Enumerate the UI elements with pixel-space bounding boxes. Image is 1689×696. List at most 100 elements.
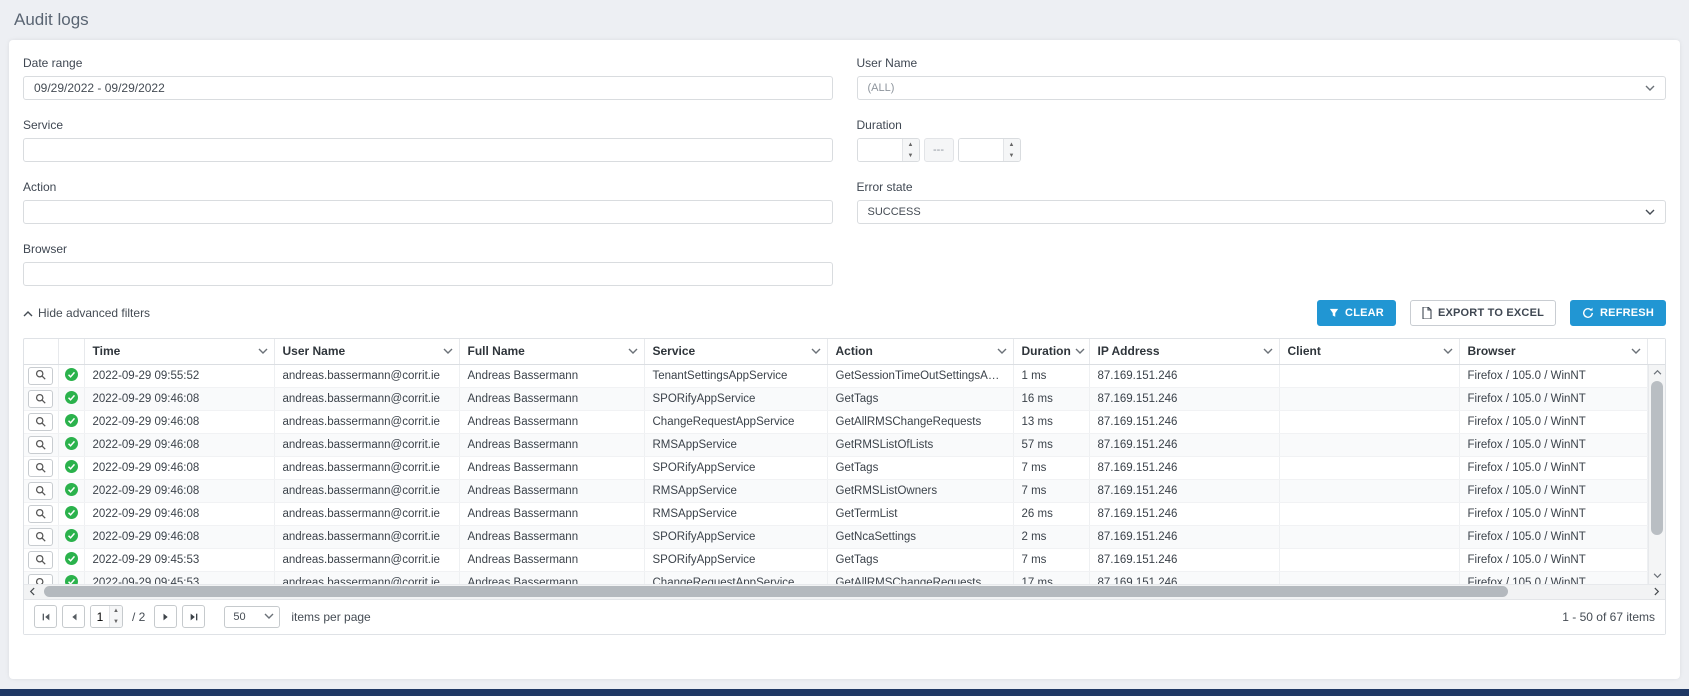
column-menu-chevron-icon[interactable] [811,348,821,355]
column-menu-chevron-icon[interactable] [258,348,268,355]
date-range-field: Date range [23,56,833,100]
row-detail-button[interactable] [28,505,53,523]
horizontal-scroll-track[interactable] [40,584,1649,599]
table-cell: SPORifyAppService [644,549,827,572]
column-menu-chevron-icon[interactable] [443,348,453,355]
table-cell: 87.169.151.246 [1089,549,1279,572]
column-menu-chevron-icon[interactable] [1075,348,1085,355]
column-header-ip-address[interactable]: IP Address [1089,339,1279,364]
magnifier-icon [35,415,46,430]
previous-page-button[interactable] [62,605,85,628]
spinner-up-icon[interactable]: ▲ [110,606,122,617]
table-cell: Firefox / 105.0 / WinNT [1459,388,1648,411]
success-check-icon [65,556,78,568]
refresh-button[interactable]: REFRESH [1570,300,1666,326]
column-header-client[interactable]: Client [1279,339,1459,364]
hide-advanced-filters-link[interactable]: Hide advanced filters [23,306,150,320]
table-cell: 2 ms [1013,526,1089,549]
service-input[interactable] [23,138,833,162]
column-header-duration[interactable]: Duration [1013,339,1089,364]
grid-header: TimeUser NameFull NameServiceActionDurat… [24,339,1648,365]
vertical-scroll-thumb[interactable] [1651,381,1663,536]
scroll-down-icon[interactable] [1649,569,1665,584]
first-page-button[interactable] [34,605,57,628]
scroll-right-icon[interactable] [1649,584,1665,599]
scroll-up-icon[interactable] [1649,365,1665,380]
table-cell [1279,549,1459,572]
action-input[interactable] [23,200,833,224]
table-cell: Andreas Bassermann [459,388,644,411]
export-to-excel-button[interactable]: EXPORT TO EXCEL [1410,300,1556,326]
row-detail-button[interactable] [28,390,53,408]
spinner-up-icon[interactable]: ▲ [903,139,919,150]
table-cell: 2022-09-29 09:46:08 [84,503,274,526]
chevron-down-icon [1645,85,1655,92]
first-page-icon [41,612,51,622]
action-field: Action [23,180,833,224]
row-detail-button[interactable] [28,436,53,454]
chevron-up-icon [23,310,33,317]
column-menu-chevron-icon[interactable] [1263,348,1273,355]
row-detail-button[interactable] [28,413,53,431]
row-detail-button[interactable] [28,528,53,546]
duration-max-input[interactable] [959,139,1003,161]
browser-field: Browser [23,242,833,286]
error-state-label: Error state [857,180,1667,194]
table-cell: andreas.bassermann@corrit.ie [274,434,459,457]
audit-logs-card: Date range User Name (ALL) Service Durat… [9,40,1680,679]
error-state-select[interactable]: SUCCESS [857,200,1667,224]
next-page-button[interactable] [154,605,177,628]
table-cell: 87.169.151.246 [1089,388,1279,411]
column-header-user-name[interactable]: User Name [274,339,459,364]
column-header-time[interactable]: Time [84,339,274,364]
last-page-button[interactable] [182,605,205,628]
column-header-action[interactable]: Action [827,339,1013,364]
table-cell: GetTags [827,457,1013,480]
duration-min-input[interactable] [858,139,902,161]
horizontal-scroll-thumb[interactable] [44,586,1508,597]
vertical-scroll-track[interactable] [1649,380,1665,569]
table-cell: andreas.bassermann@corrit.ie [274,365,459,388]
column-menu-chevron-icon[interactable] [1443,348,1453,355]
magnifier-icon [35,507,46,522]
row-detail-button[interactable] [28,551,53,569]
table-cell: andreas.bassermann@corrit.ie [274,503,459,526]
user-name-select[interactable]: (ALL) [857,76,1667,100]
table-row: 2022-09-29 09:46:08andreas.bassermann@co… [24,480,1648,503]
vertical-scrollbar[interactable] [1648,365,1665,584]
page-number-input[interactable] [91,606,109,627]
scroll-left-icon[interactable] [24,584,40,599]
column-header-actions [24,339,58,364]
table-cell: 7 ms [1013,549,1089,572]
horizontal-scrollbar[interactable] [24,584,1665,599]
spinner-down-icon[interactable]: ▼ [903,150,919,161]
success-check-icon [65,579,78,584]
row-detail-button[interactable] [28,459,53,477]
column-menu-chevron-icon[interactable] [997,348,1007,355]
table-cell: Andreas Bassermann [459,434,644,457]
column-header-browser[interactable]: Browser [1459,339,1648,364]
column-header-service[interactable]: Service [644,339,827,364]
table-cell [1279,434,1459,457]
column-header-full-name[interactable]: Full Name [459,339,644,364]
success-check-icon [65,487,78,499]
row-detail-button[interactable] [28,482,53,500]
spinner-down-icon[interactable]: ▼ [110,617,122,628]
row-detail-button[interactable] [28,574,53,584]
browser-input[interactable] [23,262,833,286]
table-row: 2022-09-29 09:45:53andreas.bassermann@co… [24,572,1648,584]
column-menu-chevron-icon[interactable] [1631,348,1641,355]
table-cell: andreas.bassermann@corrit.ie [274,388,459,411]
date-range-input[interactable] [23,76,833,100]
spinner-down-icon[interactable]: ▼ [1004,150,1020,161]
duration-max-box: ▲ ▼ [958,138,1021,162]
table-cell: 2022-09-29 09:55:52 [84,365,274,388]
spinner-up-icon[interactable]: ▲ [1004,139,1020,150]
row-detail-button[interactable] [28,367,53,385]
table-cell: 2022-09-29 09:45:53 [84,549,274,572]
page-size-select[interactable]: 50 [224,606,280,628]
clear-button[interactable]: CLEAR [1317,300,1396,326]
column-menu-chevron-icon[interactable] [628,348,638,355]
table-cell: 2022-09-29 09:46:08 [84,480,274,503]
last-page-icon [189,612,199,622]
